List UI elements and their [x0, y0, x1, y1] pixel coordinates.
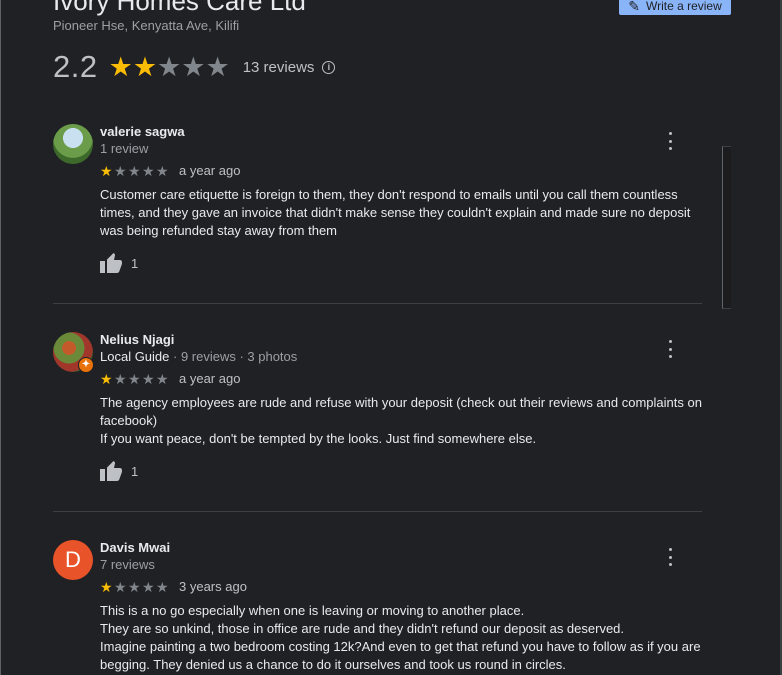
reviewer-name[interactable]: valerie sagwa — [100, 124, 185, 139]
more-options-icon[interactable] — [665, 340, 675, 358]
business-title: Ivory Homes Care Ltd — [53, 0, 306, 16]
star-icon: ★ — [100, 370, 113, 387]
star-icon: ★ — [142, 370, 155, 387]
review-stars: ★ ★ ★ ★ ★ — [100, 580, 170, 594]
review-rating: ★ ★ ★ ★ ★ a year ago — [100, 163, 240, 178]
star-icon: ★ — [205, 51, 230, 82]
star-icon: ★ — [142, 162, 155, 179]
star-icon: ★ — [157, 51, 182, 82]
divider — [53, 303, 702, 304]
reviewer-stats: 7 reviews — [100, 557, 155, 572]
avatar[interactable]: D — [53, 540, 93, 580]
average-stars: ★ ★ ★ ★ ★ — [108, 51, 230, 82]
reviewer-meta: Local Guide · 9 reviews · 3 photos — [100, 349, 297, 364]
scrollbar[interactable] — [722, 146, 731, 309]
star-icon: ★ — [181, 51, 206, 82]
star-icon: ★ — [156, 370, 169, 387]
local-guide-badge-icon: ✦ — [78, 357, 94, 373]
review-time: 3 years ago — [179, 579, 247, 594]
info-icon[interactable]: i — [322, 60, 336, 74]
review-paragraph: If you want peace, don't be tempted by t… — [100, 431, 537, 446]
review-paragraph: They are so unkind, those in office are … — [100, 621, 625, 636]
window-left-edge — [0, 0, 1, 675]
star-icon: ★ — [156, 578, 169, 595]
thumbs-up-icon — [100, 253, 122, 273]
review-stars: ★ ★ ★ ★ ★ — [100, 164, 170, 178]
star-icon: ★ — [128, 578, 141, 595]
reviewer-meta: 1 review — [100, 141, 148, 156]
review-paragraph: The agency employees are rude and refuse… — [100, 395, 702, 428]
reviewer-stats: · 9 reviews · 3 photos — [169, 349, 298, 364]
avatar[interactable] — [53, 124, 93, 164]
review-paragraph: This is a no go especially when one is l… — [100, 603, 525, 618]
star-icon: ★ — [128, 370, 141, 387]
review-stars: ★ ★ ★ ★ ★ — [100, 372, 170, 386]
star-icon: ★ — [156, 162, 169, 179]
review-paragraph: Customer care etiquette is foreign to th… — [100, 187, 691, 238]
review-text: The agency employees are rude and refuse… — [100, 394, 705, 448]
thumbs-up-icon — [100, 461, 122, 481]
star-icon: ★ — [114, 578, 127, 595]
rating-summary: 2.2 ★ ★ ★ ★ ★ 13 reviews i — [53, 49, 336, 85]
star-icon: ★ — [108, 51, 133, 82]
like-button[interactable]: 1 — [100, 253, 138, 273]
reviewer-name[interactable]: Nelius Njagi — [100, 332, 174, 347]
divider — [53, 511, 702, 512]
reviews-count[interactable]: 13 reviews — [243, 59, 315, 76]
star-icon: ★ — [100, 578, 113, 595]
like-count: 1 — [131, 463, 139, 479]
star-icon: ★ — [114, 162, 127, 179]
reviewer-stats: 1 review — [100, 141, 149, 156]
review-rating: ★ ★ ★ ★ ★ 3 years ago — [100, 579, 247, 594]
reviewer-name[interactable]: Davis Mwai — [100, 540, 170, 555]
review-item: D Davis Mwai 7 reviews ★ ★ ★ ★ ★ 3 years… — [53, 540, 702, 675]
reviewer-meta: 7 reviews — [100, 557, 155, 572]
star-icon: ★ — [100, 162, 113, 179]
review-time: a year ago — [179, 163, 241, 178]
review-item: ✦ Nelius Njagi Local Guide · 9 reviews ·… — [53, 332, 702, 502]
like-button[interactable]: 1 — [100, 461, 138, 481]
review-paragraph: Imagine painting a two bedroom costing 1… — [100, 639, 701, 672]
write-review-label: Write a review — [645, 0, 722, 13]
star-icon: ★ — [128, 162, 141, 179]
write-review-button[interactable]: ✎ Write a review — [619, 0, 731, 15]
review-time: a year ago — [179, 371, 241, 386]
more-options-icon[interactable] — [665, 548, 675, 566]
review-text: This is a no go especially when one is l… — [100, 602, 705, 674]
review-item: valerie sagwa 1 review ★ ★ ★ ★ ★ a year … — [53, 124, 702, 294]
review-rating: ★ ★ ★ ★ ★ a year ago — [100, 371, 240, 386]
pencil-icon: ✎ — [628, 0, 640, 14]
like-count: 1 — [131, 255, 139, 271]
business-address: Pioneer Hse, Kenyatta Ave, Kilifi — [53, 18, 240, 33]
average-rating: 2.2 — [53, 49, 98, 84]
star-icon: ★ — [142, 578, 155, 595]
star-icon: ★ — [132, 51, 158, 82]
more-options-icon[interactable] — [665, 132, 675, 150]
star-icon: ★ — [114, 370, 127, 387]
local-guide-label: Local Guide — [100, 349, 170, 364]
review-text: Customer care etiquette is foreign to th… — [100, 186, 705, 240]
